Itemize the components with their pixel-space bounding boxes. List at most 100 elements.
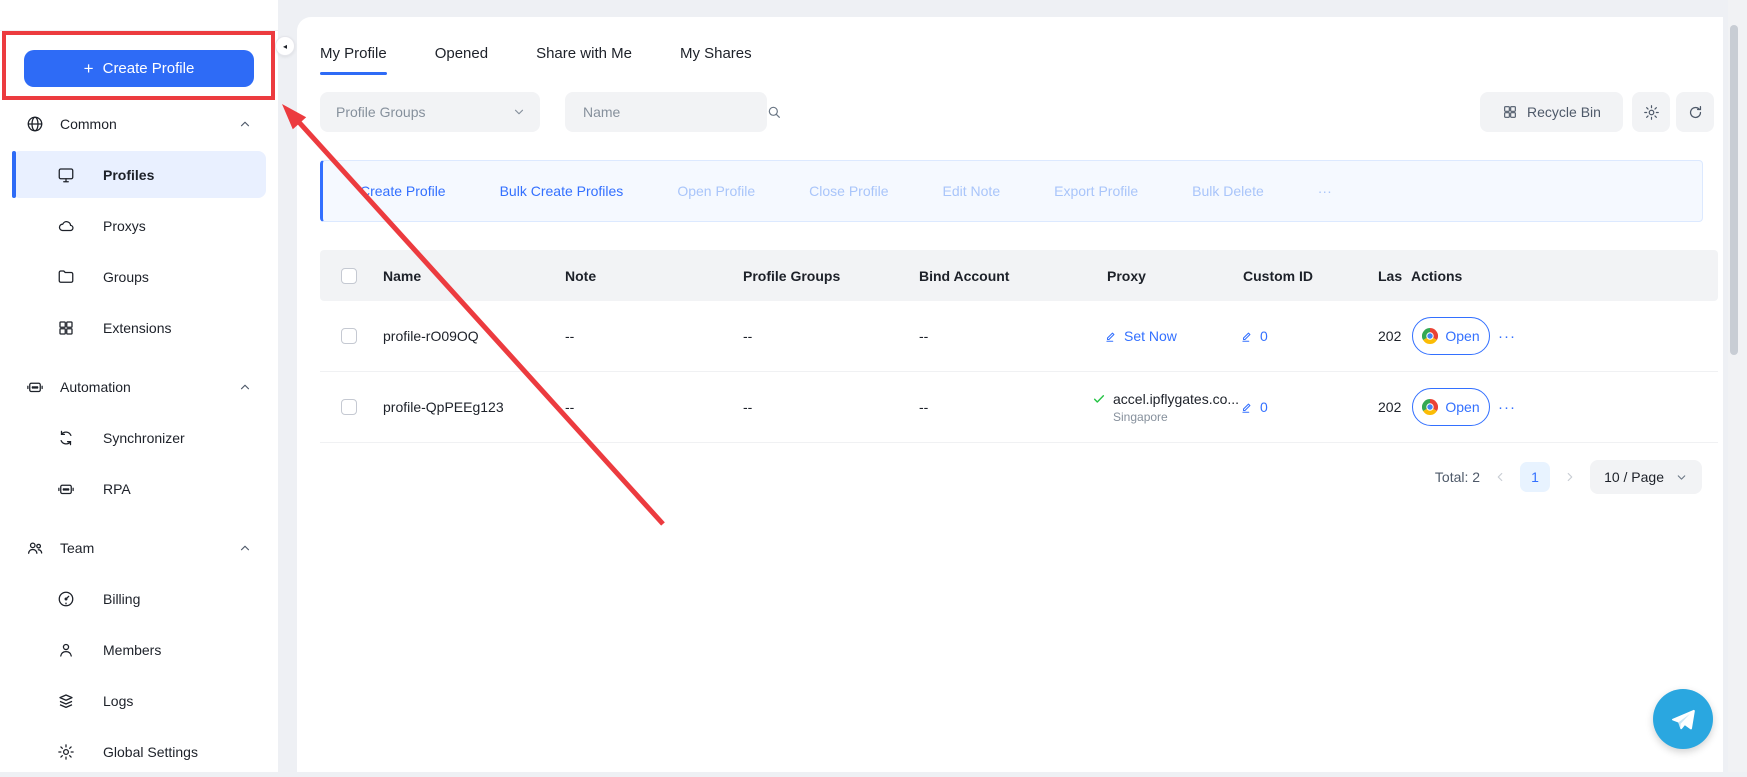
telegram-button[interactable] [1653, 689, 1713, 749]
recycle-bin-button[interactable]: Recycle Bin [1480, 92, 1623, 132]
robot-icon [57, 480, 75, 498]
action-bar: Create Profile Bulk Create Profiles Open… [320, 160, 1703, 222]
profile-groups-placeholder: Profile Groups [336, 104, 512, 120]
chrome-icon [1422, 399, 1438, 415]
sync-icon [57, 429, 75, 447]
chevron-down-icon [1675, 471, 1688, 484]
gear-icon [57, 743, 75, 761]
sidebar-section-automation[interactable]: Automation [0, 361, 278, 412]
robot-icon [26, 378, 44, 396]
action-open-profile: Open Profile [677, 183, 755, 199]
page-number-button[interactable]: 1 [1520, 462, 1550, 492]
tab-bar: My Profile Opened Share with Me My Share… [320, 45, 752, 75]
chevron-up-icon[interactable] [238, 380, 252, 394]
row-more-actions-icon[interactable]: ··· [1498, 372, 1516, 442]
table-header-row: Name Note Profile Groups Bind Account Pr… [320, 250, 1718, 301]
action-create-profile[interactable]: Create Profile [360, 183, 446, 199]
select-all-checkbox[interactable] [341, 268, 357, 284]
tab-my-shares[interactable]: My Shares [680, 45, 752, 75]
profile-name: profile-rO09OQ [383, 301, 479, 371]
sidebar-item-billing[interactable]: Billing [0, 573, 278, 624]
gear-icon [1643, 104, 1660, 121]
telegram-plane-icon [1668, 704, 1698, 734]
pagination: Total: 2 1 10 / Page [1435, 460, 1702, 494]
refresh-button[interactable] [1676, 92, 1714, 132]
create-profile-button[interactable]: + Create Profile [24, 50, 254, 87]
open-profile-button[interactable]: Open [1412, 317, 1490, 355]
tab-opened[interactable]: Opened [435, 45, 488, 75]
total-count: Total: 2 [1435, 469, 1480, 485]
sidebar-item-logs[interactable]: Logs [0, 675, 278, 726]
monitor-icon [57, 166, 75, 184]
plus-icon: + [84, 60, 94, 77]
chrome-icon [1422, 328, 1438, 344]
edit-custom-id-link[interactable]: 0 [1240, 328, 1268, 344]
gauge-icon [57, 590, 75, 608]
sidebar-item-synchronizer[interactable]: Synchronizer [0, 412, 278, 463]
pencil-icon [1240, 329, 1254, 343]
sidebar-header [0, 0, 278, 31]
prev-page-icon[interactable] [1493, 470, 1507, 484]
table-row: profile-QpPEEg123 -- -- -- accel.ipflyga… [320, 372, 1718, 443]
tab-my-profile[interactable]: My Profile [320, 45, 387, 75]
action-edit-note: Edit Note [943, 183, 1001, 199]
sidebar-item-extensions[interactable]: Extensions [0, 302, 278, 353]
action-more-icon: ··· [1318, 183, 1332, 199]
settings-button[interactable] [1632, 92, 1670, 132]
pencil-icon [1104, 329, 1118, 343]
proxy-cell: accel.ipflygates.co... Singapore [1092, 372, 1239, 442]
scrollbar-thumb[interactable] [1730, 25, 1738, 355]
create-profile-label: Create Profile [103, 60, 195, 77]
tab-share-with-me[interactable]: Share with Me [536, 45, 632, 75]
globe-icon [26, 115, 44, 133]
row-checkbox[interactable] [341, 328, 357, 344]
next-page-icon[interactable] [1563, 470, 1577, 484]
sidebar-item-proxys[interactable]: Proxys [0, 200, 278, 251]
set-proxy-link[interactable]: Set Now [1104, 328, 1177, 344]
proxy-host: accel.ipflygates.co... [1113, 391, 1239, 407]
scrollbar-track [1728, 0, 1747, 772]
chevron-down-icon [512, 105, 526, 119]
profile-manager-app: + Create Profile Common Profiles Proxys … [0, 0, 1747, 772]
profile-name: profile-QpPEEg123 [383, 372, 504, 442]
layers-icon [57, 692, 75, 710]
grid-icon [1502, 104, 1518, 120]
chevron-up-icon[interactable] [238, 117, 252, 131]
sidebar-collapse-button[interactable]: ◂ [275, 36, 295, 56]
main-panel: My Profile Opened Share with Me My Share… [297, 17, 1723, 772]
folder-icon [57, 268, 75, 286]
team-icon [26, 539, 44, 557]
grid-icon [57, 319, 75, 337]
person-icon [57, 641, 75, 659]
sidebar-item-groups[interactable]: Groups [0, 251, 278, 302]
row-checkbox[interactable] [341, 399, 357, 415]
page-size-select[interactable]: 10 / Page [1590, 460, 1702, 494]
action-export-profile: Export Profile [1054, 183, 1138, 199]
name-search-field [565, 92, 767, 132]
active-indicator-bar [12, 151, 16, 198]
sidebar-item-profiles[interactable]: Profiles [0, 149, 278, 200]
sidebar-item-members[interactable]: Members [0, 624, 278, 675]
action-bulk-delete: Bulk Delete [1192, 183, 1264, 199]
pencil-icon [1240, 400, 1254, 414]
sidebar-item-rpa[interactable]: RPA [0, 463, 278, 514]
row-more-actions-icon[interactable]: ··· [1498, 301, 1516, 371]
active-tab-underline [320, 72, 387, 75]
action-bulk-create-profiles[interactable]: Bulk Create Profiles [500, 183, 624, 199]
profile-groups-select[interactable]: Profile Groups [320, 92, 540, 132]
last-open-time: 202 [1378, 301, 1412, 371]
sidebar-section-common[interactable]: Common [0, 98, 278, 149]
sidebar-section-team[interactable]: Team [0, 522, 278, 573]
chevron-up-icon[interactable] [238, 541, 252, 555]
table-row: profile-rO09OQ -- -- -- Set Now 0 202 [320, 301, 1718, 372]
sidebar: + Create Profile Common Profiles Proxys … [0, 0, 278, 772]
profiles-table: Name Note Profile Groups Bind Account Pr… [320, 250, 1718, 443]
cloud-icon [57, 217, 75, 235]
search-icon[interactable] [766, 104, 782, 120]
edit-custom-id-link[interactable]: 0 [1240, 399, 1268, 415]
proxy-location: Singapore [1113, 410, 1168, 424]
sidebar-item-global-settings[interactable]: Global Settings [0, 726, 278, 777]
open-profile-button[interactable]: Open [1412, 388, 1490, 426]
last-open-time: 202 [1378, 372, 1412, 442]
name-search-input[interactable] [581, 103, 766, 121]
